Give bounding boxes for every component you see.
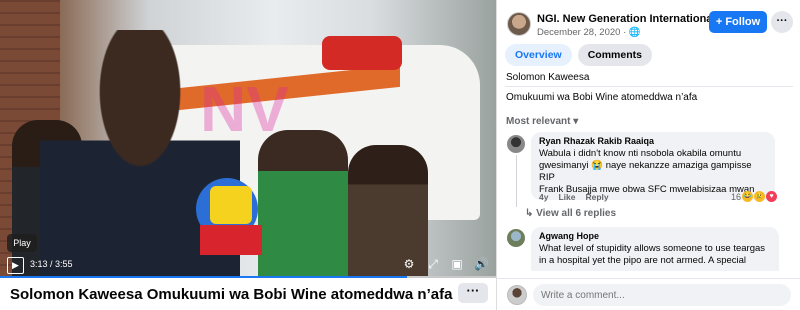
microphone-band <box>200 225 262 255</box>
facebook-video-viewer: NV Play ▶ 3:13 / 3:55 ⚙ ⤢ ▣ 🔊 Solomon Ka… <box>0 0 800 310</box>
follow-plus-icon: + <box>715 16 723 28</box>
volume-icon[interactable]: 🔊 <box>474 257 489 272</box>
reply-link[interactable]: Reply <box>585 192 608 202</box>
reaction-count: 16 <box>731 191 742 202</box>
tab-comments[interactable]: Comments <box>577 44 652 66</box>
video-title: Solomon Kaweesa Omukuumi wa Bobi Wine at… <box>10 286 453 303</box>
comment-text-line: What level of stupidity allows someone t… <box>539 243 766 254</box>
tab-overview[interactable]: Overview <box>505 44 572 66</box>
control-icons: ⚙ ⤢ ▣ 🔊 <box>402 257 489 272</box>
user-avatar[interactable] <box>507 285 527 305</box>
comment-age: 4y <box>539 192 549 202</box>
laugh-reaction-icon: 😂 <box>742 191 754 202</box>
follow-button[interactable]: + Follow <box>709 11 767 33</box>
comment-composer <box>497 278 800 310</box>
view-replies-link[interactable]: ↳ View all 6 replies <box>525 208 616 219</box>
comment-avatar[interactable] <box>507 135 525 153</box>
comment-text-line: Wabula i didn't know nti nsobola okabila… <box>539 148 742 159</box>
post-caption-line1: Solomon Kaweesa <box>506 72 590 83</box>
comment-text-line: gwesimanyi 😭 naye nekanzze amaziga gampi… <box>539 160 752 183</box>
sort-dropdown[interactable]: Most relevant ▾ <box>506 116 578 127</box>
play-icon[interactable]: ▶ <box>7 257 24 274</box>
comment-author[interactable]: Agwang Hope <box>539 231 771 241</box>
post-tabs: Overview Comments <box>505 44 652 66</box>
caption-divider <box>505 86 793 87</box>
play-tooltip: Play <box>7 234 37 252</box>
post-sidebar: NGI. New Generation International Decemb… <box>496 0 800 310</box>
post-date: December 28, 2020 · 🌐 <box>537 27 641 38</box>
reaction-summary[interactable]: 16 😂 😢 ♥ <box>731 191 778 202</box>
comment-text-line: in a hospital yet the pipo are not armed… <box>539 255 747 266</box>
globe-icon: 🌐 <box>628 27 641 38</box>
page-avatar[interactable] <box>507 12 531 36</box>
settings-icon[interactable]: ⚙ <box>402 257 416 272</box>
video-more-button[interactable]: ··· <box>458 283 488 303</box>
video-title-bar: Solomon Kaweesa Omukuumi wa Bobi Wine at… <box>0 278 496 310</box>
comment-actions: 4y Like Reply <box>539 192 609 202</box>
video-player[interactable]: NV Play ▶ 3:13 / 3:55 ⚙ ⤢ ▣ 🔊 <box>0 0 496 276</box>
video-controls: ▶ 3:13 / 3:55 ⚙ ⤢ ▣ 🔊 <box>0 254 496 276</box>
comment-bubble: Agwang Hope What level of stupidity allo… <box>531 227 779 271</box>
heart-reaction-icon: ♥ <box>766 191 778 202</box>
fullscreen-icon[interactable]: ⤢ <box>426 257 440 272</box>
time-display: 3:13 / 3:55 <box>30 259 73 269</box>
like-link[interactable]: Like <box>558 192 575 202</box>
comment-avatar[interactable] <box>507 229 525 247</box>
comment-input[interactable] <box>533 284 791 306</box>
comment-author[interactable]: Ryan Rhazak Rakib Raaiqa <box>539 136 767 146</box>
pip-icon[interactable]: ▣ <box>450 257 464 272</box>
microphone-logo <box>210 186 252 224</box>
ambulance-light <box>322 36 402 70</box>
comment-bubble: Ryan Rhazak Rakib Raaiqa Wabula i didn't… <box>531 132 775 200</box>
post-more-button[interactable]: ··· <box>771 11 793 33</box>
sad-reaction-icon: 😢 <box>754 191 766 202</box>
post-caption-line2: Omukuumi wa Bobi Wine atomeddwa n’afa <box>506 92 698 103</box>
reply-thread-line <box>516 155 517 207</box>
page-name[interactable]: NGI. New Generation International <box>537 13 715 25</box>
